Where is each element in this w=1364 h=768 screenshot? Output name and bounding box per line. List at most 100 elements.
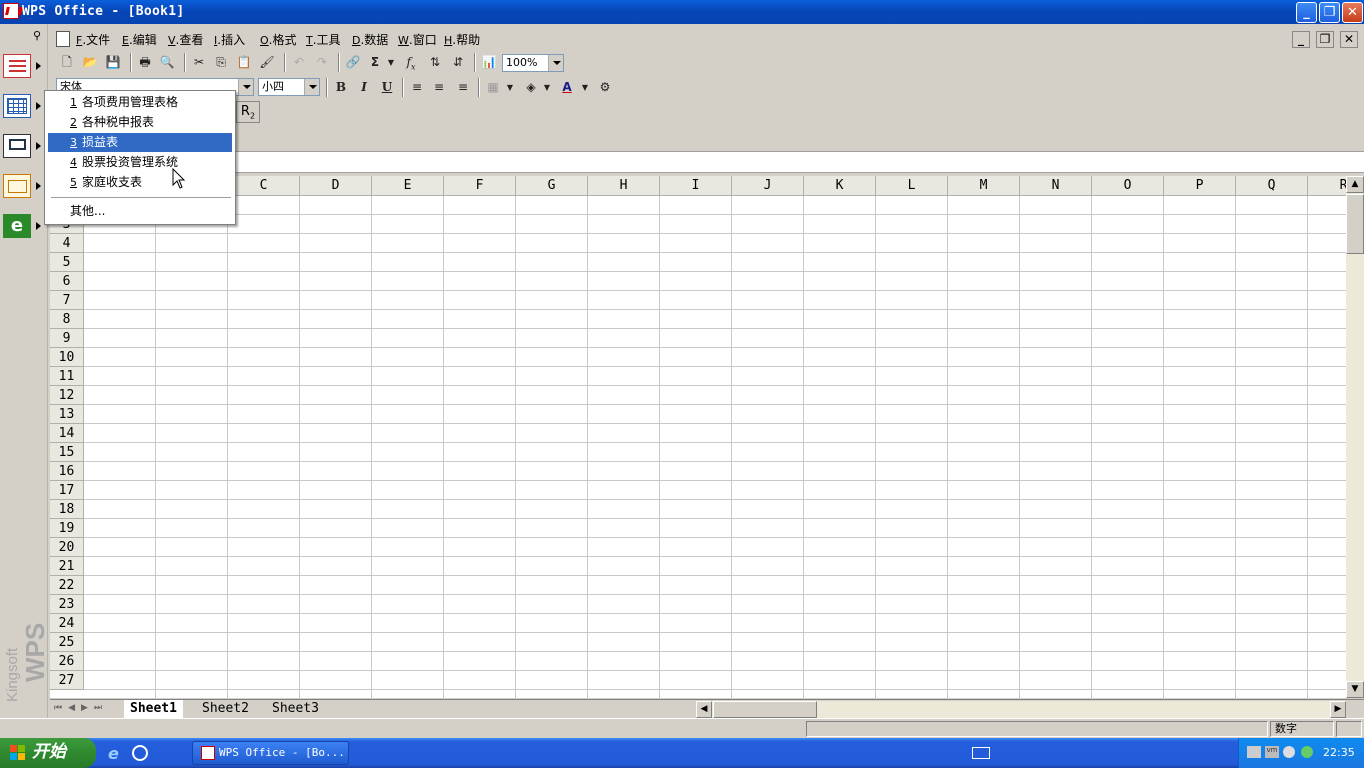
row-header[interactable]: 20	[50, 538, 84, 557]
redo-icon[interactable]: ↷	[313, 54, 331, 71]
bold-button[interactable]: B	[332, 79, 350, 96]
task-wps-office[interactable]: WPS Office - [Bo...	[192, 741, 349, 765]
spreadsheet-module-icon[interactable]	[3, 94, 31, 118]
recent-item-selected[interactable]: 3 损益表	[48, 133, 232, 152]
italic-button[interactable]: I	[355, 79, 373, 96]
column-header[interactable]: M	[948, 176, 1020, 196]
save-icon[interactable]: 💾	[104, 54, 122, 71]
tab-sheet1[interactable]: Sheet1	[124, 700, 183, 718]
column-header[interactable]: H	[588, 176, 660, 196]
vertical-scrollbar[interactable]: ▲ ▼	[1346, 176, 1364, 698]
row-header[interactable]: 9	[50, 329, 84, 348]
presentation-expand-icon[interactable]	[36, 142, 41, 150]
copy-icon[interactable]: ⎘	[212, 54, 230, 71]
row-header[interactable]: 19	[50, 519, 84, 538]
row-header[interactable]: 8	[50, 310, 84, 329]
tab-scroll-arrows-icon[interactable]: ⏮◀▶⏭	[54, 703, 108, 713]
font-color-dropdown-icon[interactable]: ▼	[580, 79, 590, 96]
fill-color-dropdown-icon[interactable]: ▼	[542, 79, 552, 96]
close-button[interactable]: ✕	[1342, 2, 1363, 23]
column-header[interactable]: C	[228, 176, 300, 196]
vertical-scroll-thumb[interactable]	[1346, 194, 1364, 254]
column-header[interactable]: G	[516, 176, 588, 196]
row-header[interactable]: 15	[50, 443, 84, 462]
recent-item[interactable]: 5 家庭收支表	[48, 173, 232, 192]
browser-expand-icon[interactable]	[36, 222, 41, 230]
chart-icon[interactable]: 📊	[480, 54, 498, 71]
media-quicklaunch-icon[interactable]	[132, 745, 148, 761]
column-header[interactable]: R	[1308, 176, 1346, 196]
mail-module-icon[interactable]	[3, 174, 31, 198]
menu-tools[interactable]: T.工具	[306, 31, 341, 48]
writer-module-icon[interactable]	[3, 54, 31, 78]
sort-ascending-icon[interactable]: ⇅	[426, 54, 444, 71]
zoom-select[interactable]: 100%	[502, 54, 564, 72]
borders-dropdown-icon[interactable]: ▼	[505, 79, 515, 96]
menu-view[interactable]: V.查看	[168, 31, 203, 48]
column-header[interactable]: Q	[1236, 176, 1308, 196]
column-header[interactable]: K	[804, 176, 876, 196]
align-left-icon[interactable]: ≡	[408, 79, 426, 96]
function-icon[interactable]: fx	[402, 54, 420, 71]
autosum-icon[interactable]: Σ	[366, 54, 384, 71]
menu-insert[interactable]: I.插入	[214, 31, 245, 48]
scroll-right-icon[interactable]: ▶	[1330, 701, 1346, 718]
cell-area[interactable]	[84, 196, 1346, 698]
row-header[interactable]: 5	[50, 253, 84, 272]
column-header[interactable]: I	[660, 176, 732, 196]
row-header[interactable]: 23	[50, 595, 84, 614]
row-header[interactable]: 4	[50, 234, 84, 253]
recent-item[interactable]: 2 各种税申报表	[48, 113, 232, 132]
security-icon[interactable]	[1301, 746, 1313, 758]
menu-window[interactable]: W.窗口	[398, 31, 437, 48]
doc-minimize-button[interactable]: _	[1292, 31, 1310, 48]
row-header[interactable]: 13	[50, 405, 84, 424]
column-header[interactable]: J	[732, 176, 804, 196]
doc-restore-button[interactable]: ❐	[1316, 31, 1334, 48]
volume-icon[interactable]	[1283, 746, 1295, 758]
row-header[interactable]: 25	[50, 633, 84, 652]
title-bar[interactable]: WPS Office - [Book1] _ ❐ ✕	[0, 0, 1364, 24]
vm-icon[interactable]: vm	[1265, 746, 1279, 758]
menu-edit[interactable]: E.编辑	[122, 31, 157, 48]
column-header[interactable]: N	[1020, 176, 1092, 196]
column-header[interactable]: O	[1092, 176, 1164, 196]
column-header[interactable]: E	[372, 176, 444, 196]
row-header[interactable]: 22	[50, 576, 84, 595]
doc-close-button[interactable]: ✕	[1340, 31, 1358, 48]
font-color-icon[interactable]: A	[558, 79, 576, 96]
properties-icon[interactable]: ⚙	[596, 79, 614, 96]
underline-button[interactable]: U	[378, 79, 396, 96]
row-header[interactable]: 27	[50, 671, 84, 690]
minimize-button[interactable]: _	[1296, 2, 1317, 23]
undo-icon[interactable]: ↶	[290, 54, 308, 71]
formula-bar[interactable]	[50, 151, 1364, 173]
column-header[interactable]: L	[876, 176, 948, 196]
scroll-up-icon[interactable]: ▲	[1346, 176, 1364, 193]
hyperlink-icon[interactable]: 🔗	[344, 54, 362, 71]
align-center-icon[interactable]: ≡	[430, 79, 448, 96]
recent-item[interactable]: 1 各项费用管理表格	[48, 93, 232, 112]
tab-sheet2[interactable]: Sheet2	[196, 700, 255, 718]
autosum-dropdown-icon[interactable]: ▼	[386, 54, 396, 71]
ie-quicklaunch-icon[interactable]: e	[108, 744, 126, 763]
row-header[interactable]: 26	[50, 652, 84, 671]
more-templates-item[interactable]: 其他...	[48, 202, 232, 221]
menu-format[interactable]: O.格式	[260, 31, 297, 48]
start-button[interactable]: 开始	[0, 738, 96, 768]
row-header[interactable]: 17	[50, 481, 84, 500]
tab-sheet3[interactable]: Sheet3	[266, 700, 325, 718]
row-header[interactable]: 12	[50, 386, 84, 405]
row-header[interactable]: 24	[50, 614, 84, 633]
writer-expand-icon[interactable]	[36, 62, 41, 70]
row-header[interactable]: 18	[50, 500, 84, 519]
horizontal-scrollbar[interactable]: ◀ ▶	[696, 701, 1346, 718]
menu-file[interactable]: F.文件	[76, 31, 110, 48]
row-header[interactable]: 7	[50, 291, 84, 310]
clock[interactable]: 22:35	[1323, 746, 1355, 759]
row-header[interactable]: 11	[50, 367, 84, 386]
chevron-down-icon[interactable]	[548, 55, 563, 71]
new-icon[interactable]: 🗋	[58, 54, 76, 71]
document-icon[interactable]	[56, 31, 70, 47]
network-icon[interactable]	[1247, 746, 1261, 758]
